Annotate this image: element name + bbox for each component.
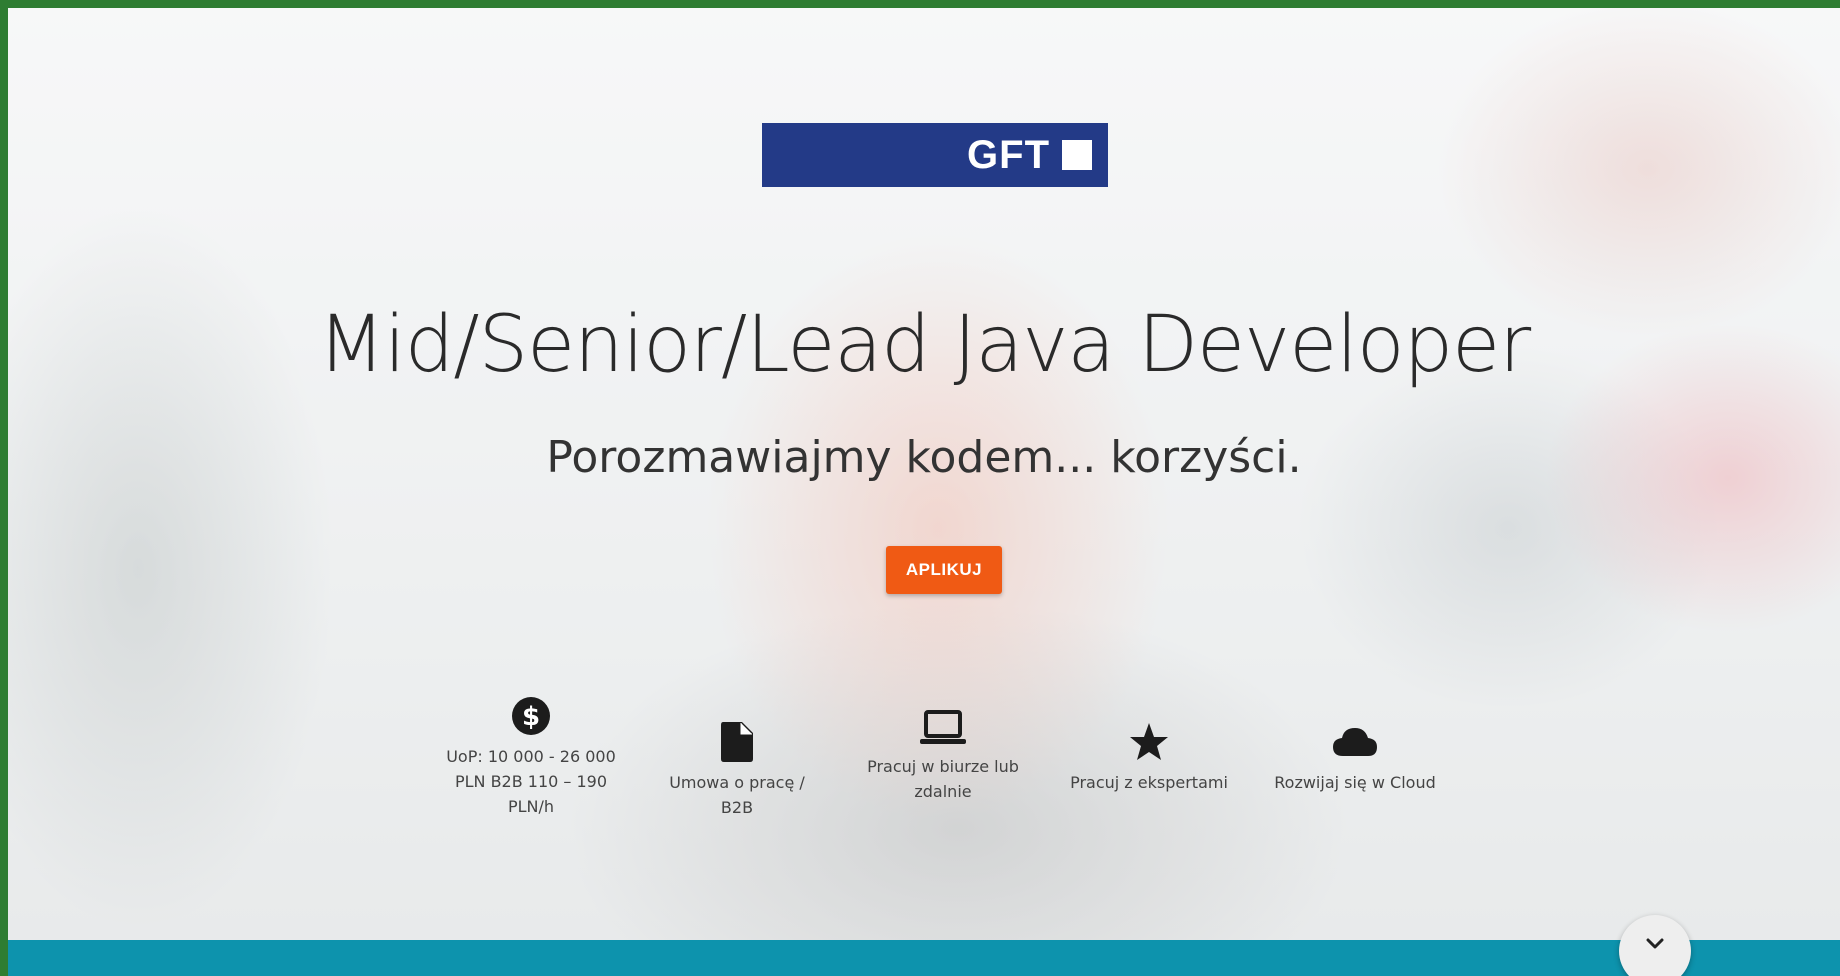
chevron-down-icon [1646, 938, 1664, 949]
benefit-remote: Pracuj w biurze lub zdalnie [858, 710, 1028, 804]
benefit-remote-label: Pracuj w biurze lub zdalnie [867, 757, 1019, 801]
benefit-cloud-label: Rozwijaj się w Cloud [1274, 773, 1436, 792]
benefit-contract-label: Umowa o pracę / B2B [669, 773, 805, 817]
benefit-cloud: Rozwijaj się w Cloud [1270, 722, 1440, 795]
gft-logo[interactable]: GFT [762, 123, 1108, 187]
star-icon [1130, 723, 1168, 760]
page-subtitle: Porozmawiajmy kodem... korzyści. [546, 432, 1302, 483]
benefit-experts: Pracuj z ekspertami [1064, 722, 1234, 795]
benefits-row: $ UoP: 10 000 - 26 000 PLN B2B 110 – 190… [446, 696, 1476, 846]
apply-button[interactable]: APLIKUJ [886, 546, 1002, 594]
benefit-contract: Umowa o pracę / B2B [652, 722, 822, 820]
logo-text: GFT [967, 132, 1050, 177]
browser-viewport: GFT Mid/Senior/Lead Java Developer Poroz… [0, 0, 1840, 976]
laptop-icon [920, 710, 966, 744]
bottom-bar [8, 940, 1840, 976]
logo-square-icon [1062, 140, 1092, 170]
dollar-icon: $ [512, 697, 550, 735]
benefit-salary: $ UoP: 10 000 - 26 000 PLN B2B 110 – 190… [446, 696, 616, 819]
page-title: Mid/Senior/Lead Java Developer [317, 300, 1531, 390]
benefit-experts-label: Pracuj z ekspertami [1070, 773, 1228, 792]
document-icon [721, 722, 753, 762]
benefit-salary-label: UoP: 10 000 - 26 000 PLN B2B 110 – 190 P… [446, 747, 616, 816]
svg-text:$: $ [522, 702, 540, 732]
cloud-icon [1333, 728, 1377, 756]
